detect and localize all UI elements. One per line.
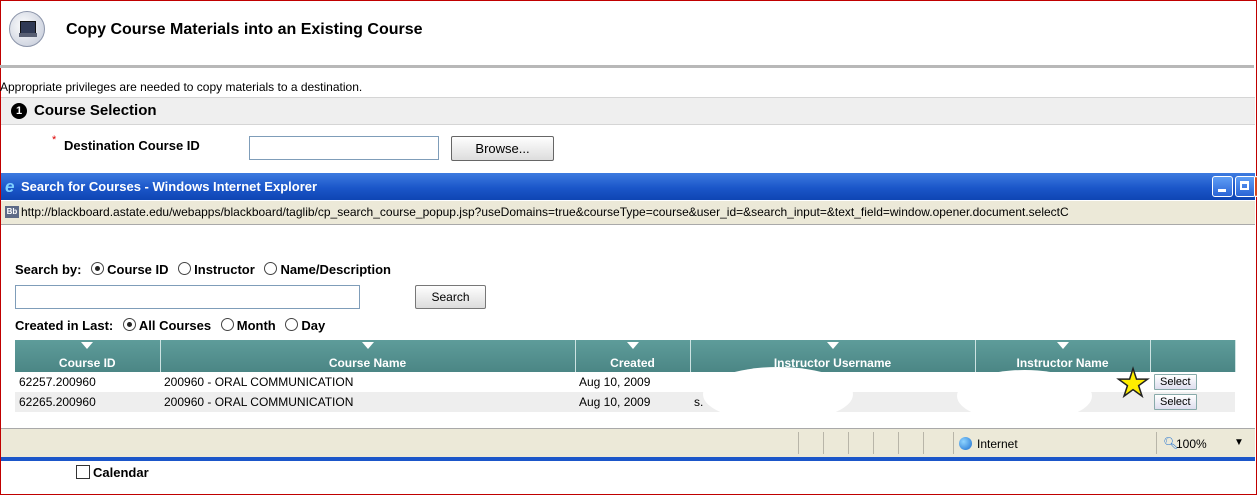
radio-day[interactable] (285, 318, 299, 331)
address-bar[interactable]: Bb http://blackboard.astate.edu/webapps/… (1, 201, 1255, 225)
section-title: Course Selection (34, 102, 157, 119)
radio-month[interactable] (220, 318, 234, 331)
cell-action: Select (1150, 392, 1235, 412)
page-header: Copy Course Materials into an Existing C… (1, 1, 1255, 65)
privileges-notice: Appropriate privileges are needed to cop… (0, 80, 363, 94)
popup-bottom-border (1, 457, 1255, 461)
zoom-dropdown-icon[interactable]: ▼ (1234, 437, 1244, 448)
radio-instructor-label: Instructor (194, 262, 255, 277)
radio-name-description[interactable] (264, 262, 278, 275)
cell-course-name: 200960 - ORAL COMMUNICATION (160, 392, 575, 412)
search-button[interactable]: Search (415, 285, 486, 309)
page-favicon-icon: Bb (5, 206, 19, 218)
status-segment (1156, 432, 1157, 454)
cell-course-id: 62257.200960 (15, 372, 160, 392)
created-in-last-label: Created in Last: (15, 318, 114, 333)
section-number: 1 (11, 103, 27, 119)
section-header: 1 Course Selection (1, 97, 1255, 125)
search-by-label: Search by: (15, 262, 82, 277)
globe-icon (959, 437, 972, 450)
security-zone-label: Internet (977, 437, 1018, 451)
radio-all-courses[interactable] (122, 318, 136, 331)
status-segment (898, 432, 899, 454)
radio-course-id[interactable] (91, 262, 105, 275)
created-in-last-row: Created in Last: All Courses Month Day (15, 318, 325, 333)
header-divider (0, 65, 1254, 68)
sort-arrow-icon (626, 342, 639, 349)
select-button[interactable]: Select (1154, 374, 1197, 390)
address-url: http://blackboard.astate.edu/webapps/bla… (21, 205, 1069, 219)
select-button[interactable]: Select (1154, 394, 1197, 410)
redaction-mask (703, 367, 853, 422)
sort-arrow-icon (81, 342, 94, 349)
cell-action: Select (1150, 372, 1235, 392)
status-segment (823, 432, 824, 454)
page-title: Copy Course Materials into an Existing C… (66, 21, 423, 38)
ie-logo-icon: e (5, 177, 15, 196)
cell-created: Aug 10, 2009 (575, 392, 690, 412)
cell-created: Aug 10, 2009 (575, 372, 690, 392)
cell-course-name: 200960 - ORAL COMMUNICATION (160, 372, 575, 392)
destination-course-id-label: Destination Course ID (64, 138, 200, 153)
radio-name-description-label: Name/Description (280, 262, 391, 277)
status-segment (923, 432, 924, 454)
destination-course-id-input[interactable] (249, 136, 439, 160)
column-course-id[interactable]: Course ID (15, 340, 161, 372)
search-by-row: Search by: Course ID Instructor Name/Des… (15, 262, 391, 277)
radio-day-label: Day (301, 318, 326, 333)
redaction-mask (957, 370, 1092, 422)
column-instructor-username[interactable]: Instructor Username (690, 340, 976, 372)
calendar-label: Calendar (93, 465, 149, 480)
calendar-checkbox[interactable] (76, 465, 90, 479)
popup-titlebar[interactable]: e Search for Courses - Windows Internet … (1, 173, 1257, 200)
column-action (1150, 340, 1236, 372)
radio-month-label: Month (236, 318, 276, 333)
column-course-name[interactable]: Course Name (160, 340, 576, 372)
sort-arrow-icon (826, 342, 839, 349)
computer-icon (9, 11, 45, 47)
maximize-button[interactable] (1235, 176, 1256, 197)
column-created[interactable]: Created (575, 340, 691, 372)
sort-arrow-icon (1056, 342, 1069, 349)
browse-button[interactable]: Browse... (451, 136, 554, 161)
star-annotation-icon: ★ (1115, 363, 1151, 405)
radio-instructor[interactable] (178, 262, 192, 275)
sort-arrow-icon (361, 342, 374, 349)
status-bar: Internet 🔍︎ 100% ▼ (1, 428, 1255, 458)
status-segment (848, 432, 849, 454)
status-segment (873, 432, 874, 454)
minimize-button[interactable] (1212, 176, 1233, 197)
required-mark: * (52, 134, 57, 146)
radio-all-courses-label: All Courses (138, 318, 212, 333)
search-input[interactable] (15, 285, 360, 309)
popup-window-title: Search for Courses - Windows Internet Ex… (21, 179, 318, 194)
radio-course-id-label: Course ID (107, 262, 169, 277)
calendar-checkbox-row[interactable]: Calendar (76, 465, 149, 480)
status-segment (953, 432, 954, 454)
status-segment (798, 432, 799, 454)
cell-course-id: 62265.200960 (15, 392, 160, 412)
zoom-level[interactable]: 100% (1176, 437, 1207, 451)
